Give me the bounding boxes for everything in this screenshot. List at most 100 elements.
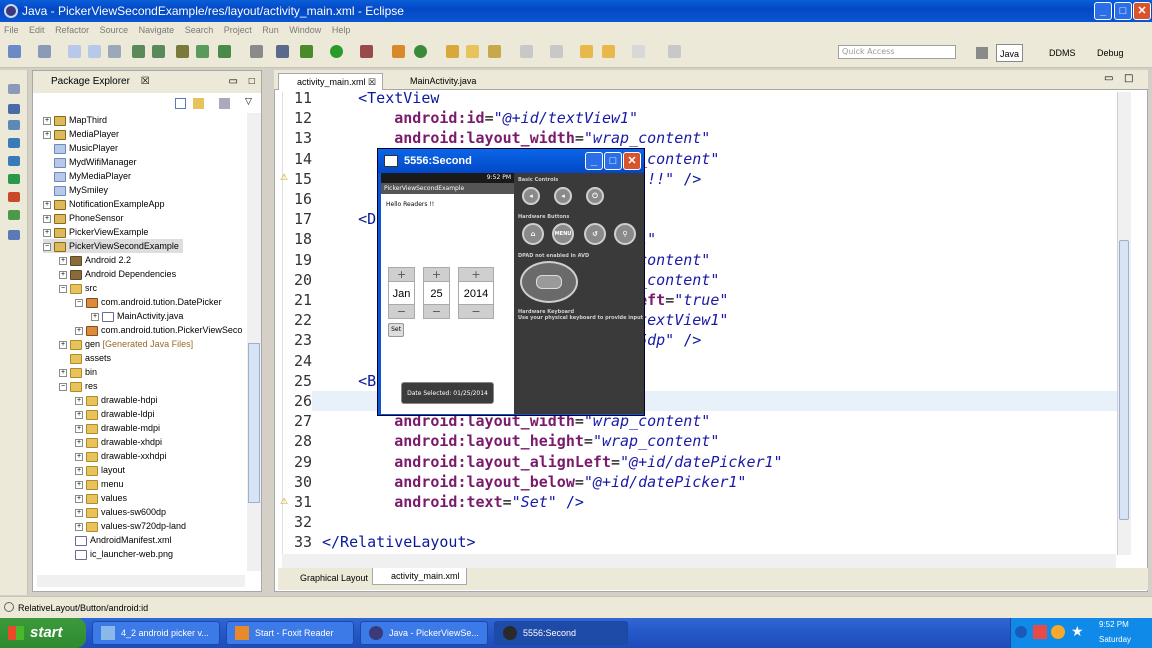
run-icon[interactable] [330, 45, 343, 58]
menu-run[interactable]: Run [262, 25, 279, 35]
tree-item-androidmanifest[interactable]: AndroidManifest.xml [75, 533, 172, 547]
tray-app-icon[interactable] [1033, 625, 1047, 639]
close-tab-icon[interactable]: ☒ [368, 77, 376, 87]
menu-refactor[interactable]: Refactor [55, 25, 89, 35]
year-value[interactable]: 2014 [459, 281, 493, 305]
tray-star-icon[interactable]: ★ [1071, 623, 1084, 640]
annotation-next-icon[interactable] [550, 45, 563, 58]
at-icon[interactable] [8, 104, 20, 114]
tree-vertical-scrollbar[interactable] [247, 113, 261, 571]
emulator-window[interactable]: 5556:Second _ □ ✕ 9:52 PM PickerViewSeco… [377, 148, 645, 416]
outline-icon[interactable] [8, 230, 20, 240]
tree-item-mydwifimanager[interactable]: MydWifiManager [54, 155, 137, 169]
new-icon[interactable] [8, 45, 21, 58]
year-minus-button[interactable]: − [459, 305, 493, 318]
open-type-icon[interactable] [250, 45, 263, 58]
tree-item-drawable-ldpi[interactable]: + drawable-ldpi [75, 407, 155, 421]
tree-horizontal-scrollbar[interactable] [37, 575, 245, 587]
tree-scroll-thumb[interactable] [248, 343, 260, 503]
emulator-title-bar[interactable]: 5556:Second _ □ ✕ [378, 149, 644, 173]
tree-item-bin[interactable]: + bin [59, 365, 97, 379]
tree-item-phonesensor[interactable]: + PhoneSensor [43, 211, 124, 225]
task-4-2-android-picker[interactable]: 4_2 android picker v... [92, 621, 220, 645]
day-spinner[interactable]: + 25 − [423, 267, 450, 319]
set-button[interactable]: Set [388, 323, 404, 337]
tree-item-mediaplayer[interactable]: + MediaPlayer [43, 127, 119, 141]
tree-item-values-sw720dp-land[interactable]: + values-sw720dp-land [75, 519, 186, 533]
code-line[interactable]: android:layout_width="wrap_content" [322, 128, 710, 148]
pin-icon[interactable] [668, 45, 681, 58]
open-folder-icon[interactable] [446, 45, 459, 58]
collapse-all-icon[interactable] [175, 98, 186, 109]
day-plus-button[interactable]: + [424, 268, 449, 281]
day-minus-button[interactable]: − [424, 305, 449, 318]
tree-item-pickerviewsecondexample[interactable]: − PickerViewSecondExample [43, 239, 183, 253]
save-all-icon[interactable] [88, 45, 101, 58]
code-line[interactable]: android:layout_below="@+id/datePicker1" [322, 472, 746, 492]
code-line[interactable]: <TextView [322, 88, 439, 108]
tree-item-drawable-xxhdpi[interactable]: + drawable-xxhdpi [75, 449, 167, 463]
android-project-icon[interactable] [196, 45, 209, 58]
emulator-minimize-button[interactable]: _ [585, 152, 603, 170]
tree-item-ic-launcher-web[interactable]: ic_launcher-web.png [75, 547, 173, 561]
new-project-icon[interactable] [38, 45, 51, 58]
maximize-editor-icon[interactable]: □ [1124, 73, 1133, 84]
menu-window[interactable]: Window [289, 25, 321, 35]
minimize-view-icon[interactable]: ▭ [228, 76, 237, 87]
devices-icon[interactable] [8, 192, 20, 202]
clock-time[interactable]: 9:52 PM [1099, 620, 1129, 629]
day-value[interactable]: 25 [424, 281, 449, 305]
tree-item-mapthird[interactable]: + MapThird [43, 113, 107, 127]
javadoc-icon[interactable] [8, 120, 20, 130]
restore-icon[interactable] [8, 84, 20, 94]
code-line[interactable]: android:id="@+id/textView1" [322, 108, 638, 128]
menu-help[interactable]: Help [332, 25, 351, 35]
task-eclipse[interactable]: Java - PickerViewSe... [360, 621, 488, 645]
tree-item-mainactivity-java[interactable]: + MainActivity.java [91, 309, 183, 323]
month-minus-button[interactable]: − [389, 305, 414, 318]
tree-item-menu[interactable]: + menu [75, 477, 124, 491]
tree-item-layout[interactable]: + layout [75, 463, 125, 477]
annotation-icon[interactable] [520, 45, 533, 58]
chevron-down-icon[interactable]: ▽ [245, 97, 252, 107]
dpad-center-button[interactable] [536, 275, 562, 289]
month-value[interactable]: Jan [389, 281, 414, 305]
debug-icon[interactable] [276, 45, 289, 58]
tree-item-android-2-2[interactable]: + Android 2.2 [59, 253, 131, 267]
tab-graphical-layout[interactable]: Graphical Layout [282, 570, 374, 587]
print-icon[interactable] [108, 45, 121, 58]
forward-icon[interactable] [602, 45, 615, 58]
tree-item-drawable-mdpi[interactable]: + drawable-mdpi [75, 421, 160, 435]
avd-manager-icon[interactable] [152, 45, 165, 58]
emulator-close-button[interactable]: ✕ [623, 152, 641, 170]
tree-item-values-sw600dp[interactable]: + values-sw600dp [75, 505, 166, 519]
menu-edit[interactable]: Edit [29, 25, 45, 35]
year-spinner[interactable]: + 2014 − [458, 267, 494, 319]
save-icon[interactable] [68, 45, 81, 58]
perspective-ddms[interactable]: DDMS [1046, 44, 1079, 62]
home-icon[interactable]: ⌂ [522, 223, 544, 245]
external-tools-icon[interactable] [360, 45, 373, 58]
month-plus-button[interactable]: + [389, 268, 414, 281]
task-emulator[interactable]: 5556:Second [494, 621, 628, 645]
android-test-icon[interactable] [218, 45, 231, 58]
search-icon[interactable]: ⚲ [614, 223, 636, 245]
tree-item-drawable-hdpi[interactable]: + drawable-hdpi [75, 393, 158, 407]
tree-item-musicplayer[interactable]: MusicPlayer [54, 141, 118, 155]
maximize-view-icon[interactable]: □ [249, 76, 255, 87]
close-view-icon[interactable]: ☒ [141, 76, 150, 87]
code-line[interactable]: android:layout_alignLeft="@+id/datePicke… [322, 452, 782, 472]
declaration-icon[interactable] [8, 138, 20, 148]
volume-down-icon[interactable]: ◂ [522, 187, 540, 205]
tree-item-mysmiley[interactable]: MySmiley [54, 183, 108, 197]
back-icon[interactable] [580, 45, 593, 58]
code-line[interactable]: android:text="Set" /> [322, 492, 584, 512]
perspective-debug[interactable]: Debug [1094, 44, 1127, 62]
tray-sync-icon[interactable] [1051, 625, 1065, 639]
menu-file[interactable]: File [4, 25, 19, 35]
menu-navigate[interactable]: Navigate [139, 25, 175, 35]
perspective-java[interactable]: Java [996, 44, 1024, 62]
logcat-icon[interactable] [8, 174, 20, 184]
dpad[interactable] [520, 261, 578, 303]
edit-icon[interactable] [488, 45, 501, 58]
